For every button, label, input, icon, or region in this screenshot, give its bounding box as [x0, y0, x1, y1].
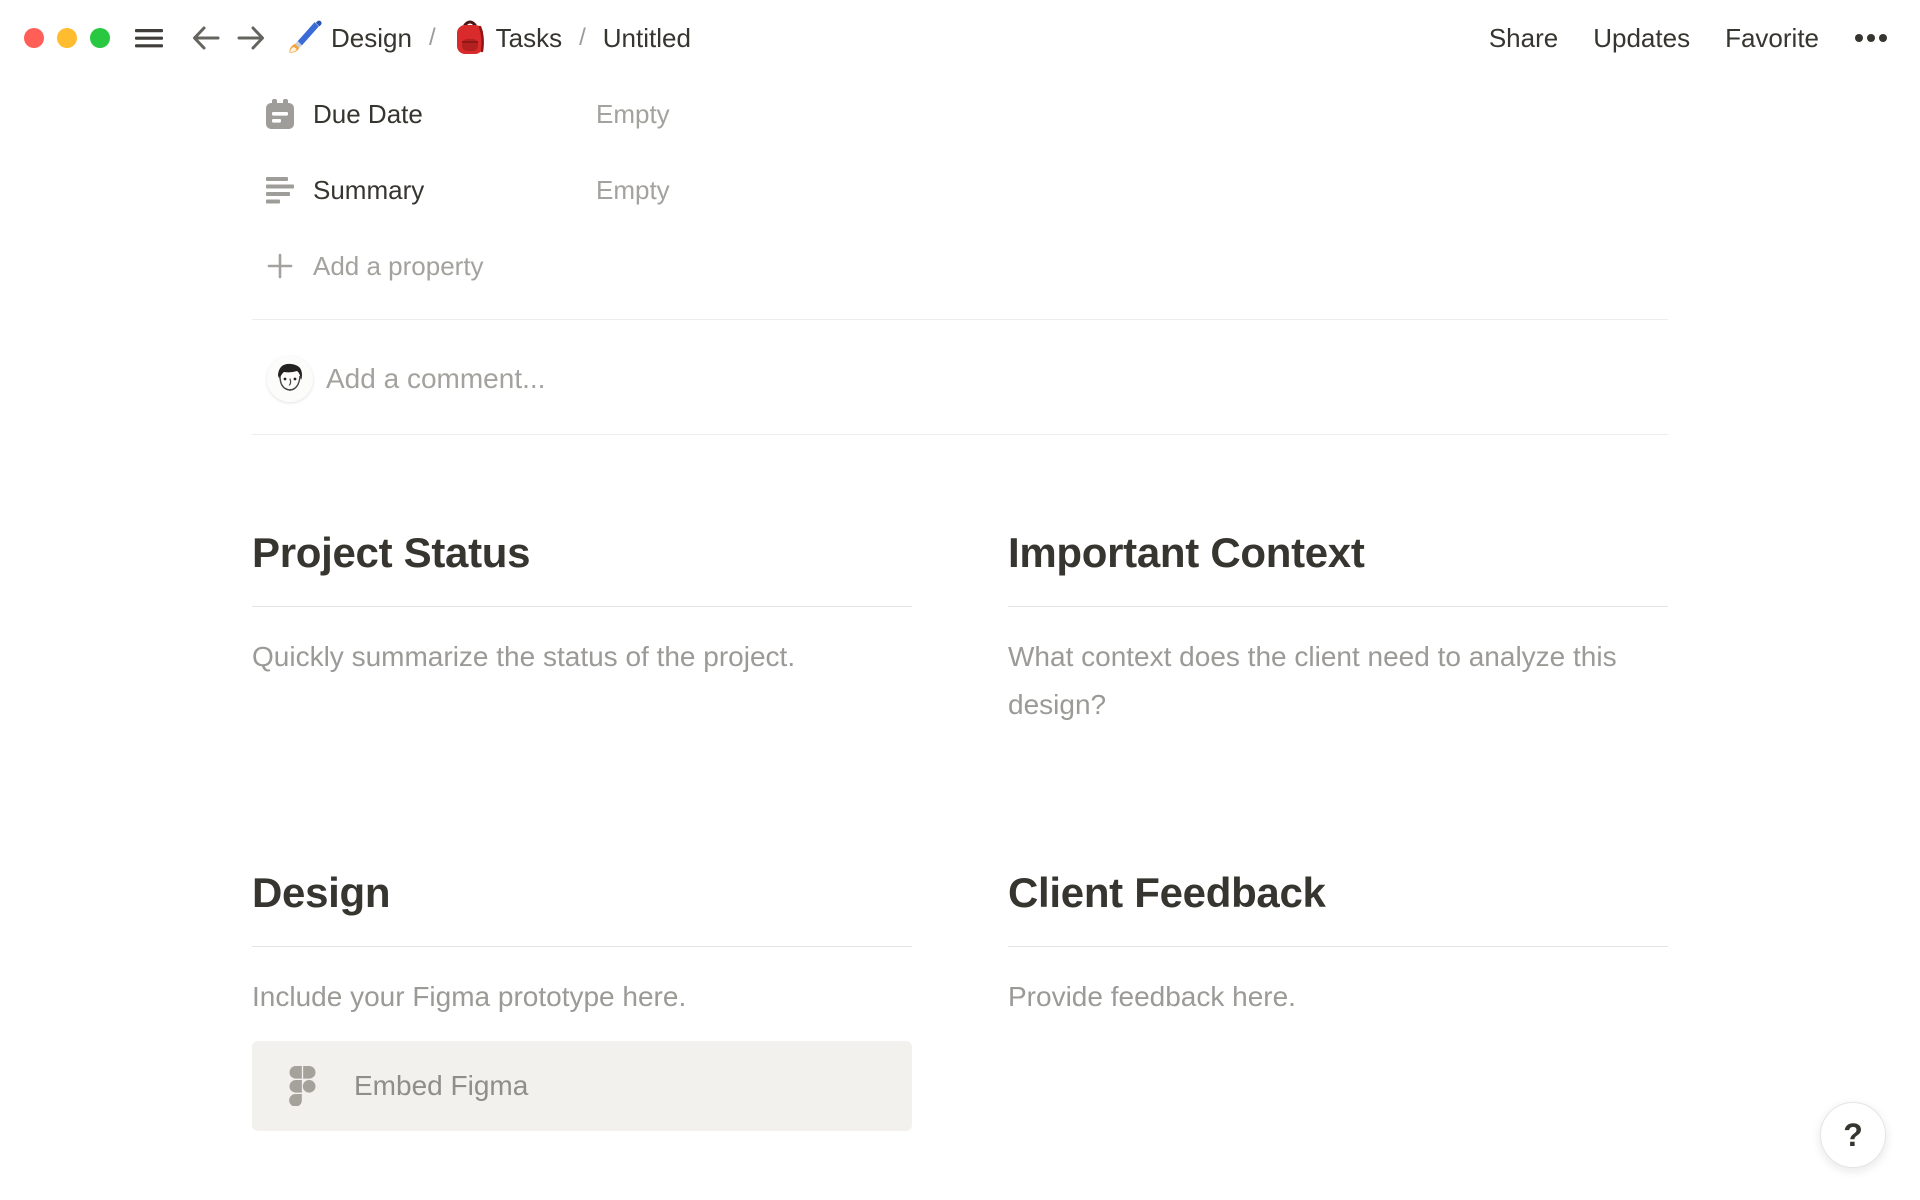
breadcrumb-separator: /: [579, 24, 586, 51]
comment-input[interactable]: Add a comment...: [326, 363, 1668, 395]
property-label[interactable]: Summary: [313, 175, 596, 206]
section-divider: [1008, 946, 1668, 947]
property-value[interactable]: Empty: [596, 175, 670, 206]
user-avatar: [267, 356, 313, 402]
section-body[interactable]: Include your Figma prototype here.: [252, 973, 912, 1021]
arrow-left-icon: [193, 26, 220, 50]
page-properties: Due Date Empty Summary Empty Add a prope…: [252, 76, 1668, 289]
share-button[interactable]: Share: [1489, 23, 1558, 54]
sidebar-toggle-button[interactable]: [134, 23, 164, 53]
section-body[interactable]: Quickly summarize the status of the proj…: [252, 633, 912, 681]
breadcrumb-item-tasks[interactable]: Tasks: [453, 19, 562, 57]
breadcrumb-separator: /: [428, 24, 436, 51]
property-value[interactable]: Empty: [596, 99, 670, 130]
property-row-due-date: Due Date Empty: [252, 91, 1668, 137]
breadcrumb-label: Design: [331, 22, 412, 53]
columns-row-1: Project Status Quickly summarize the sta…: [252, 527, 1668, 729]
section-project-status: Project Status Quickly summarize the sta…: [252, 527, 912, 729]
section-important-context: Important Context What context does the …: [1008, 527, 1668, 729]
window-controls: [24, 28, 110, 48]
divider: [252, 319, 1668, 320]
zoom-button[interactable]: [90, 28, 110, 48]
section-body[interactable]: Provide feedback here.: [1008, 973, 1668, 1021]
page-body: Due Date Empty Summary Empty Add a prope…: [252, 76, 1668, 1131]
breadcrumb: Design / Tasks / Untitled: [284, 19, 691, 57]
property-row-summary: Summary Empty: [252, 167, 1668, 213]
plus-icon: [265, 252, 295, 280]
breadcrumb-label: Tasks: [495, 22, 563, 53]
calendar-icon: [265, 98, 295, 130]
section-title: Client Feedback: [1008, 869, 1326, 916]
section-divider: [252, 606, 912, 607]
breadcrumb-item-design[interactable]: Design: [284, 19, 412, 57]
help-button[interactable]: ?: [1820, 1102, 1886, 1168]
more-button[interactable]: [1854, 32, 1888, 44]
section-title: Design: [252, 869, 391, 916]
figma-icon: [289, 1066, 316, 1106]
section-client-feedback: Client Feedback Provide feedback here.: [1008, 867, 1668, 1131]
text-lines-icon: [265, 175, 295, 205]
ellipsis-icon: [1855, 34, 1887, 42]
hamburger-icon: [135, 29, 163, 48]
section-title: Project Status: [252, 529, 531, 576]
back-button[interactable]: [190, 22, 222, 54]
section-design: Design Include your Figma prototype here…: [252, 867, 912, 1131]
add-property-button[interactable]: Add a property: [313, 251, 484, 282]
property-label[interactable]: Due Date: [313, 99, 596, 130]
topbar: Design / Tasks / Untitled Share Updates …: [0, 0, 1920, 76]
minimize-button[interactable]: [57, 28, 77, 48]
embed-figma-label: Embed Figma: [354, 1070, 529, 1101]
add-property-row: Add a property: [252, 243, 1668, 289]
close-button[interactable]: [24, 28, 44, 48]
forward-button[interactable]: [235, 22, 267, 54]
favorite-button[interactable]: Favorite: [1725, 23, 1819, 54]
section-title: Important Context: [1008, 529, 1365, 576]
section-body[interactable]: What context does the client need to ana…: [1008, 633, 1668, 729]
section-divider: [1008, 606, 1668, 607]
updates-button[interactable]: Updates: [1593, 23, 1690, 54]
breadcrumb-label: Untitled: [602, 22, 691, 53]
divider: [252, 434, 1668, 435]
breadcrumb-item-untitled[interactable]: Untitled: [603, 23, 691, 54]
topbar-actions: Share Updates Favorite: [1489, 23, 1888, 54]
columns-row-2: Design Include your Figma prototype here…: [252, 867, 1668, 1131]
paintbrush-icon: [289, 20, 322, 53]
comment-row: Add a comment...: [252, 351, 1668, 407]
arrow-right-icon: [237, 26, 264, 50]
backpack-icon: [456, 20, 484, 54]
section-divider: [252, 946, 912, 947]
embed-figma-button[interactable]: Embed Figma: [252, 1041, 912, 1131]
